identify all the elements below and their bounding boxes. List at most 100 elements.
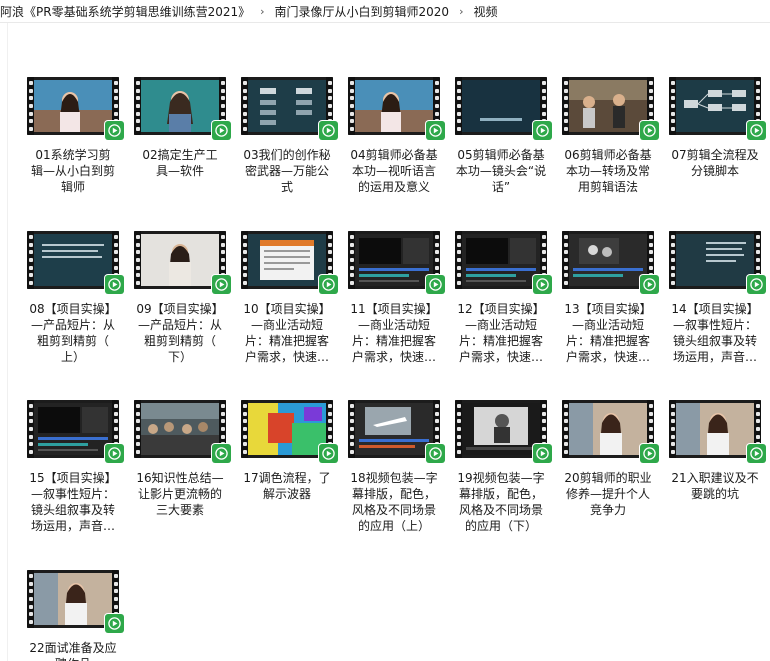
file-name-line: 镜头组叙事及转 [672,334,757,348]
file-name-label: 07剪辑全流程及 分镜脚本 [665,147,765,179]
video-file-icon [319,121,338,140]
file-name-line: 本功—视听语言 [351,164,436,178]
file-name-line: 09【项目实操】 [136,302,224,316]
file-name-line: 户需求，快速… [565,350,650,364]
thumbnail-frame-text-slide [34,234,112,286]
film-strip-edge [562,77,569,135]
video-file-icon [212,121,231,140]
film-strip-edge [348,77,355,135]
thumbnail-frame-woman-room [569,403,647,455]
file-name-line: 片：精准把握客 [458,334,543,348]
file-name-line: 竞争力 [589,503,626,517]
file-name-label: 03我们的创作秘 密武器—万能公式 [237,147,337,195]
file-name-line: 粗剪到精剪（ [36,334,109,348]
video-file-icon [426,121,445,140]
video-file-icon [640,275,659,294]
thumbnail-frame-editor-ui [462,234,540,286]
file-name-line: 08【项目实操】 [29,302,117,316]
video-file-icon [640,121,659,140]
file-name-label: 01系统学习剪 辑—从小白到剪 辑师 [23,147,123,195]
file-name-line: 上） [60,350,85,364]
file-name-line: 的应用（上） [357,519,430,533]
video-file-icon [319,444,338,463]
thumbnail-frame-woman-room [34,573,112,625]
file-name-label: 02搞定生产工 具—软件 [130,147,230,179]
thumbnail-frame-crowd [141,403,219,455]
thumbnail-frame-woman-room [676,403,754,455]
file-name-line: 三大要素 [155,503,204,517]
film-strip-edge [134,400,141,458]
file-name-line: 的运用及意义 [357,180,430,194]
file-name-line: 本功—转场及常 [565,164,650,178]
file-name-line: 聘作品 [23,656,123,661]
file-name-line: —叙事性短片： [672,318,757,332]
file-name-line: 场运用，声音… [672,350,757,364]
file-name-line: 11【项目实操】 [350,302,438,316]
thumbnail-frame-studio-woman [34,80,112,132]
file-name-line: 式 [280,180,293,194]
video-file-icon [533,275,552,294]
film-strip-edge [669,400,676,458]
file-name-label: 20剪辑师的职业 修养—提升个人 竞争力 [558,470,658,518]
file-name-line: 具—软件 [155,164,204,178]
file-name-label: 10【项目实操】 —商业活动短 片：精准把握客 户需求，快速… [237,301,337,365]
thumbnail-frame-text-slide-dark [676,234,754,286]
file-name-line: 用剪辑语法 [577,180,638,194]
file-name-line: 20剪辑师的职业 [564,471,652,485]
file-name-line: 修养—提升个人 [565,487,650,501]
thumbnail-frame-plane [355,403,433,455]
file-name-line: 解示波器 [262,487,311,501]
film-strip-edge [241,400,248,458]
film-strip-edge [669,231,676,289]
thumbnail-frame-editor-ui [34,403,112,455]
file-name-line: 07剪辑全流程及 [671,148,759,162]
file-name-line: 本功—镜头会“说 [455,164,547,178]
film-strip-edge [669,77,676,135]
video-file-icon [747,275,766,294]
film-strip-edge [27,400,34,458]
file-name-line: 12【项目实操】 [457,302,545,316]
file-name-label: 05剪辑师必备基 本功—镜头会“说 话” [451,147,551,195]
film-strip-edge [27,231,34,289]
film-strip-edge [134,77,141,135]
file-name-line: 06剪辑师必备基 [564,148,652,162]
file-name-line: 03我们的创作秘 [243,148,331,162]
video-file-icon [747,444,766,463]
file-name-line: 户需求，快速… [351,350,436,364]
file-name-line: —叙事性短片： [30,487,115,501]
thumbnail-frame-bw-photo [462,403,540,455]
file-name-line: 密武器—万能公 [244,164,329,178]
file-name-line: 01系统学习剪 [35,148,111,162]
file-name-line: 14【项目实操】 [671,302,759,316]
file-name-line: 15【项目实操】 [29,471,117,485]
file-name-label: 18视频包装—字 幕排版，配色， 风格及不同场景 的应用（上） [344,470,444,534]
file-name-line: 粗剪到精剪（ [143,334,216,348]
file-name-line: 幕排版，配色， [351,487,436,501]
file-name-line: 场运用，声音… [30,519,115,533]
file-name-label: 12【项目实操】 —商业活动短 片：精准把握客 户需求，快速… [451,301,551,365]
video-file-icon [533,121,552,140]
film-strip-edge [562,231,569,289]
video-file-icon [533,444,552,463]
file-grid: 01系统学习剪 辑—从小白到剪 辑师 02搞定生产工 具—软件 03我们的创作秘 密武器—万… [0,0,770,661]
file-name-line: 片：精准把握客 [565,334,650,348]
file-name-label: 09【项目实操】 —产品短片：从 粗剪到精剪（ 下） [130,301,230,365]
file-name-line: 02搞定生产工 [142,148,218,162]
file-name-line: 10【项目实操】 [243,302,331,316]
file-name-line: 幕排版，配色， [458,487,543,501]
file-name-line: 辑师 [60,180,85,194]
file-name-line: —产品短片：从 [137,318,222,332]
file-name-label: 19视频包装—字 幕排版，配色， 风格及不同场景 的应用（下） [451,470,551,534]
thumbnail-frame-color-grade [248,403,326,455]
file-name-line: 片：精准把握客 [351,334,436,348]
thumbnail-frame-dark-slide [462,80,540,132]
video-file-icon [105,444,124,463]
video-file-icon [212,275,231,294]
video-file-icon [105,121,124,140]
file-name-line: —商业活动短 [464,318,537,332]
file-name-line: 05剪辑师必备基 [457,148,545,162]
film-strip-edge [27,77,34,135]
file-name-line: 镜头组叙事及转 [30,503,115,517]
file-name-line: 要跳的坑 [690,487,739,501]
video-file-icon [105,275,124,294]
